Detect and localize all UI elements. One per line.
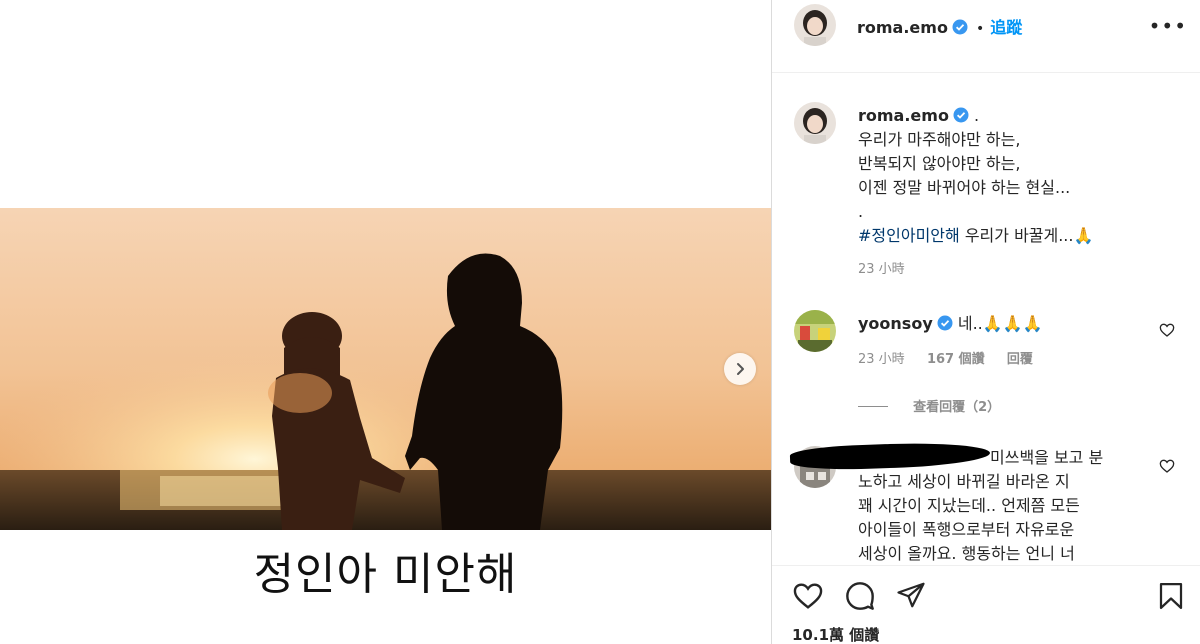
post-header: roma.emo • 追蹤 ••• bbox=[772, 0, 1200, 73]
caption-time[interactable]: 23 小時 bbox=[858, 258, 1178, 277]
comment-text: 네..🙏🙏🙏 bbox=[957, 314, 1043, 333]
comment-line: 세상이 올까요. 행동하는 언니 너 bbox=[858, 544, 1075, 563]
caption-tail: 우리가 바꿀게...🙏 bbox=[959, 226, 1094, 245]
comment-body: yoonsoy 네..🙏🙏🙏 23 小時 167 個讚 回覆 bbox=[858, 312, 1158, 367]
comment-body: 미쓰백을 보고 분 노하고 세상이 바뀌길 바라온 지 꽤 시간이 지났는데..… bbox=[858, 446, 1158, 564]
like-heart-icon[interactable] bbox=[792, 580, 824, 612]
caption-avatar[interactable] bbox=[794, 102, 836, 144]
comment-bubble-icon[interactable] bbox=[844, 580, 876, 612]
share-paper-plane-icon[interactable] bbox=[896, 580, 926, 610]
comment-username[interactable]: yoonsoy bbox=[858, 314, 933, 333]
post-side-panel: roma.emo • 追蹤 ••• roma.emo . 우리가 마주해야만 하… bbox=[771, 0, 1200, 644]
replies-divider bbox=[858, 406, 888, 407]
comments-section: roma.emo . 우리가 마주해야만 하는, 반복되지 않아야만 하는, 이… bbox=[772, 74, 1200, 564]
caption-line: 반복되지 않아야만 하는, bbox=[858, 154, 1021, 173]
caption-body: roma.emo . 우리가 마주해야만 하는, 반복되지 않아야만 하는, 이… bbox=[858, 104, 1178, 277]
verified-badge-icon bbox=[937, 315, 953, 331]
post-photo bbox=[0, 208, 771, 530]
caption-username[interactable]: roma.emo bbox=[858, 106, 949, 125]
caption-head: roma.emo . bbox=[858, 104, 1178, 128]
post-like-count[interactable]: 10.1萬 個讚 bbox=[792, 624, 879, 644]
follow-button[interactable]: 追蹤 bbox=[990, 18, 1022, 37]
next-image-button[interactable] bbox=[724, 353, 756, 385]
comment-likes[interactable]: 167 個讚 bbox=[927, 352, 985, 367]
hashtag-link[interactable]: #정인아미안해 bbox=[858, 226, 960, 245]
view-replies-label[interactable]: 查看回覆（2） bbox=[913, 400, 1000, 415]
comment-time[interactable]: 23 小時 bbox=[858, 352, 905, 367]
reply-button[interactable]: 回覆 bbox=[1007, 352, 1033, 367]
caption-line: 이젠 정말 바뀌어야 하는 현실... bbox=[858, 178, 1071, 197]
caption-line: . bbox=[858, 202, 864, 221]
view-replies-row[interactable]: 查看回覆（2） bbox=[858, 396, 1000, 415]
caption-line: 우리가 마주해야만 하는, bbox=[858, 130, 1021, 149]
comment-line: 노하고 세상이 바뀌길 바라온 지 bbox=[858, 472, 1070, 491]
more-icon: ••• bbox=[1148, 14, 1187, 38]
comment-line: 아이들이 폭행으로부터 자유로운 bbox=[858, 520, 1075, 539]
comment-line: yoonsoy 네..🙏🙏🙏 bbox=[858, 312, 1158, 336]
post-media: 정인아 미안해 bbox=[0, 0, 771, 644]
caption-suffix: . bbox=[974, 106, 980, 125]
comment-like-heart-icon[interactable] bbox=[1159, 322, 1175, 338]
verified-badge-icon bbox=[952, 19, 968, 35]
chevron-right-icon bbox=[737, 363, 744, 375]
comment-like-heart-icon[interactable] bbox=[1159, 458, 1175, 474]
avatar[interactable] bbox=[794, 4, 836, 46]
comment-line: 꽤 시간이 지났는데.. 언제쯤 모든 bbox=[858, 496, 1080, 515]
image-overlay-text: 정인아 미안해 bbox=[253, 549, 518, 600]
header-user: roma.emo • 追蹤 bbox=[857, 14, 1022, 38]
save-bookmark-icon[interactable] bbox=[1156, 580, 1186, 612]
comment-meta: 23 小時 167 個讚 回覆 bbox=[858, 348, 1158, 367]
caption-hashtag-line: #정인아미안해 우리가 바꿀게...🙏 bbox=[858, 224, 1178, 248]
comment-line: 미쓰백을 보고 분 bbox=[990, 448, 1104, 467]
more-options-button[interactable]: ••• bbox=[1149, 14, 1187, 38]
separator-dot: • bbox=[975, 21, 985, 37]
header-username[interactable]: roma.emo bbox=[857, 18, 948, 37]
verified-badge-icon bbox=[953, 107, 969, 123]
comment-avatar[interactable] bbox=[794, 310, 836, 352]
